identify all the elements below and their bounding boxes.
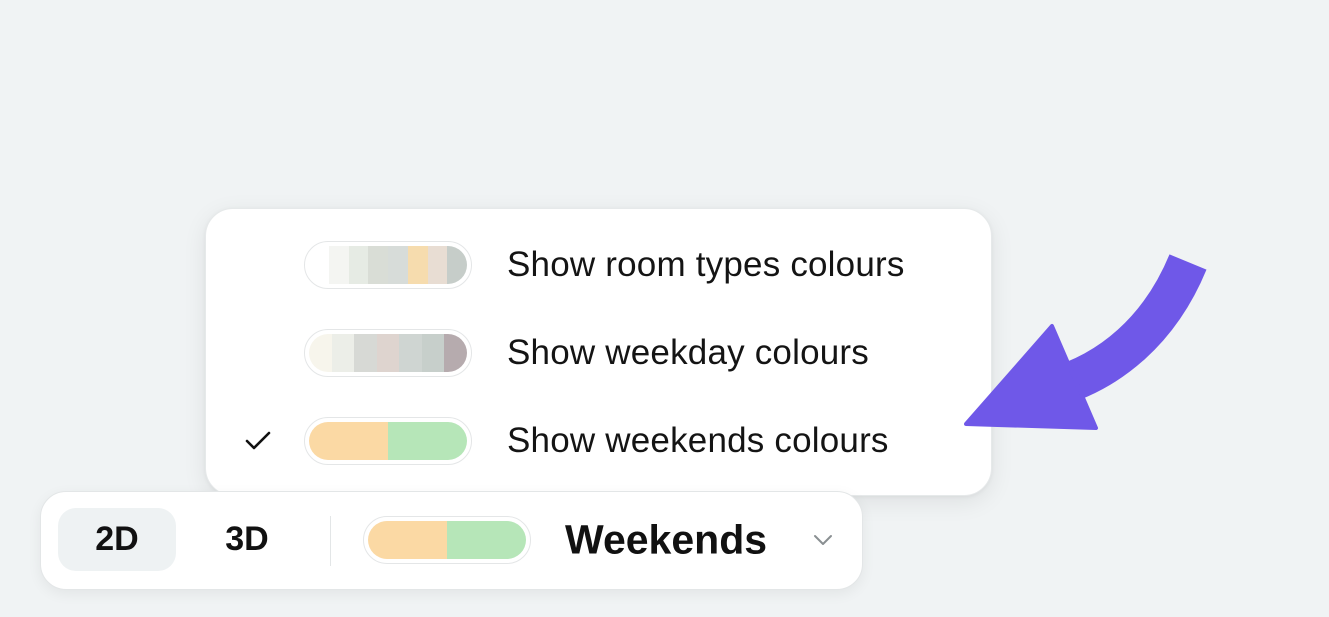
- view-toolbar: 2D 3D Weekends: [40, 491, 863, 590]
- weekday-swatch: [304, 329, 472, 377]
- menu-item-label: Show weekends colours: [507, 421, 889, 460]
- view-3d-button[interactable]: 3D: [188, 508, 306, 571]
- weekends-swatch: [304, 417, 472, 465]
- check-icon: [240, 335, 276, 371]
- menu-item-weekday[interactable]: Show weekday colours: [206, 317, 991, 389]
- swatch-segment: [388, 422, 467, 460]
- check-icon: [240, 247, 276, 283]
- swatch-segment: [421, 334, 445, 372]
- colour-mode-menu: Show room types colours Show weekday col…: [205, 208, 992, 496]
- swatch-segment: [376, 334, 400, 372]
- swatch-segment: [309, 422, 388, 460]
- check-icon: [240, 423, 276, 459]
- colour-mode-select[interactable]: Weekends: [357, 504, 847, 576]
- selected-mode-label: Weekends: [565, 516, 768, 563]
- swatch-segment: [348, 246, 369, 284]
- swatch-segment: [447, 521, 526, 559]
- menu-item-label: Show room types colours: [507, 245, 905, 284]
- room-types-swatch: [304, 241, 472, 289]
- swatch-segment: [388, 246, 408, 284]
- swatch-segment: [447, 246, 467, 284]
- selected-swatch: [363, 516, 531, 564]
- swatch-segment: [309, 334, 332, 372]
- swatch-segment: [354, 334, 377, 372]
- menu-item-label: Show weekday colours: [507, 333, 869, 372]
- toolbar-divider: [330, 516, 331, 566]
- swatch-segment: [309, 246, 329, 284]
- swatch-segment: [399, 334, 422, 372]
- swatch-segment: [331, 334, 355, 372]
- menu-item-weekends[interactable]: Show weekends colours: [206, 405, 991, 477]
- swatch-segment: [407, 246, 428, 284]
- chevron-down-icon[interactable]: [809, 526, 837, 554]
- view-2d-button[interactable]: 2D: [58, 508, 176, 571]
- swatch-segment: [368, 521, 447, 559]
- menu-item-room-types[interactable]: Show room types colours: [206, 229, 991, 301]
- swatch-segment: [368, 246, 388, 284]
- swatch-segment: [444, 334, 467, 372]
- swatch-segment: [427, 246, 448, 284]
- swatch-segment: [328, 246, 349, 284]
